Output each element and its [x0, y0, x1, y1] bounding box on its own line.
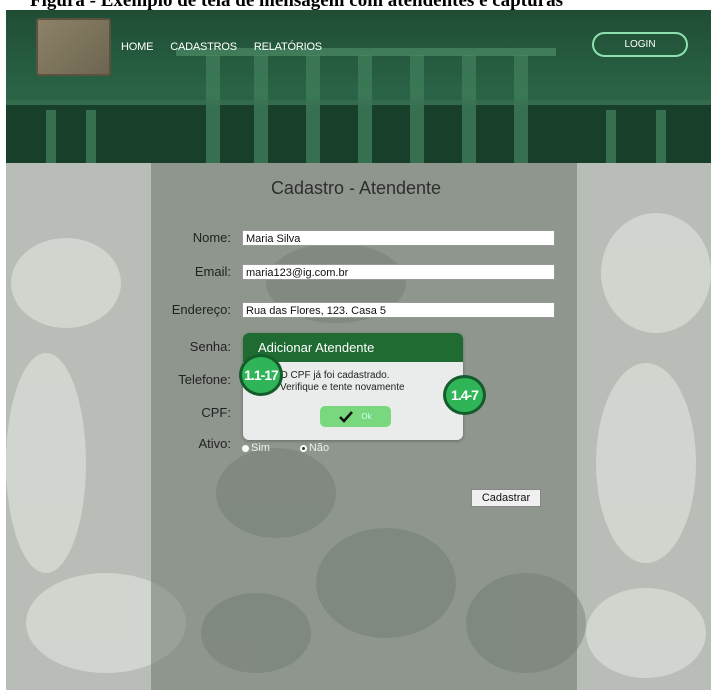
endereco-field[interactable]: Rua das Flores, 123. Casa 5	[242, 302, 555, 318]
ok-button-label: Ok	[361, 412, 372, 421]
annotation-badge-1: 1.1-17	[239, 354, 283, 396]
annotation-badge-2: 1.4-7	[443, 375, 486, 415]
nav-home[interactable]: HOME	[121, 41, 153, 53]
login-button[interactable]: LOGIN	[592, 32, 688, 57]
radio-nao-label: Não	[308, 442, 330, 454]
label-senha: Senha:	[189, 339, 231, 354]
document-caption: Figura - Exemplo de tela de mensagem com…	[0, 0, 711, 10]
radio-sim[interactable]	[242, 444, 249, 452]
label-endereco: Endereço:	[171, 302, 231, 317]
check-icon	[339, 410, 354, 423]
label-ativo: Ativo:	[198, 436, 231, 451]
dialog-message: O CPF já foi cadastrado. Verifique e ten…	[280, 370, 405, 394]
label-email: Email:	[194, 264, 231, 279]
nome-field[interactable]: Maria Silva	[242, 230, 555, 246]
dialog-message-line1: O CPF já foi cadastrado.	[280, 370, 390, 381]
cadastrar-button[interactable]: Cadastrar	[471, 489, 541, 507]
ativo-radio-group: Sim Não	[242, 442, 329, 454]
nav-relatorios[interactable]: RELATÓRIOS	[254, 41, 322, 53]
label-nome: Nome:	[192, 230, 231, 245]
label-cpf: CPF:	[201, 405, 231, 420]
dialog-title: Adicionar Atendente	[243, 333, 463, 362]
dialog-message-line2: Verifique e tente novamente	[280, 382, 405, 393]
page-title: Cadastro - Atendente	[270, 178, 442, 198]
site-logo[interactable]	[36, 18, 111, 76]
nav-cadastros[interactable]: CADASTROS	[170, 41, 237, 53]
ok-button[interactable]: Ok	[320, 406, 391, 427]
main-nav: HOME CADASTROS RELATÓRIOS	[121, 41, 322, 53]
radio-sim-label: Sim	[251, 442, 270, 454]
email-field[interactable]: maria123@ig.com.br	[242, 264, 555, 280]
label-telefone: Telefone:	[178, 372, 231, 387]
site-header: HOME CADASTROS RELATÓRIOS LOGIN	[6, 10, 711, 163]
radio-nao[interactable]	[299, 444, 307, 452]
